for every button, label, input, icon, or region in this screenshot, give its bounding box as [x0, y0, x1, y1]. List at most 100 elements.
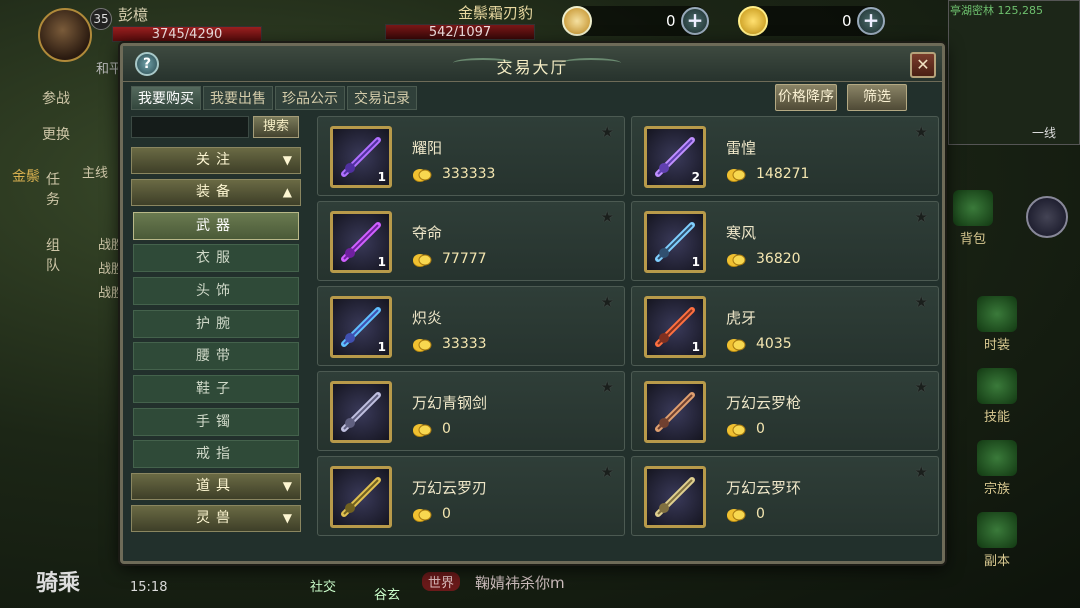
- server-line[interactable]: 一线: [1032, 124, 1056, 141]
- ride-button[interactable]: 骑乘: [36, 565, 80, 597]
- tab-buy[interactable]: 我要购买: [131, 86, 201, 110]
- social-button[interactable]: 社交: [310, 576, 336, 595]
- item-card[interactable]: 1 虎牙 4035 ★: [631, 286, 939, 366]
- search-input[interactable]: [131, 116, 249, 138]
- sort-price-desc-button[interactable]: 价格降序: [775, 84, 837, 111]
- favorite-star-icon[interactable]: ★: [601, 378, 614, 396]
- item-card[interactable]: 1 耀阳 333333 ★: [317, 116, 625, 196]
- currency-value-1: 0: [666, 12, 676, 30]
- close-button[interactable]: ✕: [910, 52, 936, 78]
- guxuan-button[interactable]: 谷玄: [374, 584, 400, 603]
- item-quantity: 2: [691, 170, 700, 184]
- subcategory-belt[interactable]: 腰带: [133, 342, 299, 370]
- gold-coin-icon: [727, 339, 746, 352]
- item-card[interactable]: 万幻青钢剑 0 ★: [317, 371, 625, 451]
- item-name: 寒风: [726, 224, 757, 242]
- item-name: 万幻云罗枪: [726, 394, 802, 412]
- category-pet[interactable]: 灵兽 ▼: [131, 505, 301, 532]
- player-hp-bar: 3745/4290: [112, 26, 262, 42]
- gold-label: 金鬃: [12, 169, 40, 185]
- item-price: 148271: [756, 166, 810, 182]
- clan-icon: [977, 440, 1017, 476]
- favorite-star-icon[interactable]: ★: [915, 123, 928, 141]
- item-quantity: 1: [691, 340, 700, 354]
- subcategory-clothes[interactable]: 衣服: [133, 244, 299, 272]
- item-name: 万幻云罗环: [726, 479, 802, 497]
- search-button[interactable]: 搜索: [253, 116, 299, 138]
- chevron-up-icon: ▲: [282, 185, 292, 199]
- item-card[interactable]: 万幻云罗枪 0 ★: [631, 371, 939, 451]
- clan-button[interactable]: 宗族: [974, 440, 1020, 497]
- item-price: 0: [442, 421, 451, 437]
- subcategory-weapon[interactable]: 武器: [133, 212, 299, 240]
- item-quantity: 1: [377, 340, 386, 354]
- dialog-title: 交易大厅: [496, 58, 569, 77]
- item-card[interactable]: 万幻云罗刃 0 ★: [317, 456, 625, 536]
- add-currency-button-2[interactable]: +: [857, 7, 885, 35]
- skill-icon: [977, 368, 1017, 404]
- favorite-star-icon[interactable]: ★: [915, 293, 928, 311]
- player-avatar[interactable]: [38, 8, 92, 62]
- item-icon: 1: [644, 296, 706, 358]
- favorite-star-icon[interactable]: ★: [915, 208, 928, 226]
- subcategory-bracelet[interactable]: 手镯: [133, 408, 299, 436]
- item-name: 雷惶: [726, 139, 757, 157]
- subcategory-bracer[interactable]: 护腕: [133, 310, 299, 338]
- gold-coin-icon: [738, 6, 768, 36]
- favorite-star-icon[interactable]: ★: [601, 208, 614, 226]
- item-price: 0: [442, 506, 451, 522]
- add-currency-button-1[interactable]: +: [681, 7, 709, 35]
- category-sidebar: 搜索 关注 ▼ 装备 ▲ 武器 衣服 头饰 护腕 腰带 鞋子 手镯 戒指 道具 ▼ 灵…: [131, 116, 303, 555]
- gold-coin-icon: [413, 424, 432, 437]
- fashion-icon: [977, 296, 1017, 332]
- tab-sell[interactable]: 我要出售: [203, 86, 273, 110]
- item-card[interactable]: 万幻云罗环 0 ★: [631, 456, 939, 536]
- trade-tabs: 我要购买 我要出售 珍品公示 交易记录: [131, 86, 417, 110]
- left-tab-battle[interactable]: 参战: [42, 88, 70, 108]
- item-card[interactable]: 2 雷惶 148271 ★: [631, 116, 939, 196]
- player-sub-name: 和平: [96, 62, 123, 77]
- dungeon-button[interactable]: 副本: [974, 512, 1020, 569]
- item-name: 炽炎: [412, 309, 443, 327]
- category-follow[interactable]: 关注 ▼: [131, 147, 301, 174]
- favorite-star-icon[interactable]: ★: [915, 463, 928, 481]
- subcategory-shoes[interactable]: 鞋子: [133, 375, 299, 403]
- subcategory-ring[interactable]: 戒指: [133, 440, 299, 468]
- menu-toggle-button[interactable]: [1026, 196, 1068, 238]
- world-channel-tag[interactable]: 世界: [422, 572, 461, 591]
- item-name: 虎牙: [726, 309, 757, 327]
- item-quantity: 1: [377, 170, 386, 184]
- tab-rare-showcase[interactable]: 珍品公示: [275, 86, 345, 110]
- left-tab-quest[interactable]: 任务: [46, 170, 62, 210]
- skill-button[interactable]: 技能: [974, 368, 1020, 425]
- fashion-button[interactable]: 时装: [974, 296, 1020, 353]
- target-hp-bar: 542/1097: [385, 24, 535, 40]
- gold-coin-icon: [727, 169, 746, 182]
- left-tab-switch[interactable]: 更换: [42, 124, 70, 144]
- task-label: 主线: [82, 166, 109, 181]
- minimap[interactable]: [948, 0, 1080, 145]
- favorite-star-icon[interactable]: ★: [601, 123, 614, 141]
- item-icon: [330, 381, 392, 443]
- bag-button[interactable]: 背包: [950, 190, 996, 247]
- bag-icon: [953, 190, 993, 226]
- favorite-star-icon[interactable]: ★: [915, 378, 928, 396]
- item-price: 0: [756, 506, 765, 522]
- item-icon: 1: [330, 126, 392, 188]
- item-card[interactable]: 1 炽炎 33333 ★: [317, 286, 625, 366]
- category-props[interactable]: 道具 ▼: [131, 473, 301, 500]
- category-equipment[interactable]: 装备 ▲: [131, 179, 301, 206]
- subcategory-headwear[interactable]: 头饰: [133, 277, 299, 305]
- item-card[interactable]: 1 夺命 77777 ★: [317, 201, 625, 281]
- item-name: 耀阳: [412, 139, 443, 157]
- chevron-down-icon: ▼: [282, 479, 292, 493]
- player-name: 彭檍: [118, 6, 149, 24]
- gold-coin-icon: [727, 254, 746, 267]
- item-card[interactable]: 1 寒风 36820 ★: [631, 201, 939, 281]
- item-quantity: 1: [377, 255, 386, 269]
- favorite-star-icon[interactable]: ★: [601, 293, 614, 311]
- left-tab-team[interactable]: 组队: [46, 236, 62, 276]
- tab-trade-records[interactable]: 交易记录: [347, 86, 417, 110]
- filter-button[interactable]: 筛选: [847, 84, 907, 111]
- favorite-star-icon[interactable]: ★: [601, 463, 614, 481]
